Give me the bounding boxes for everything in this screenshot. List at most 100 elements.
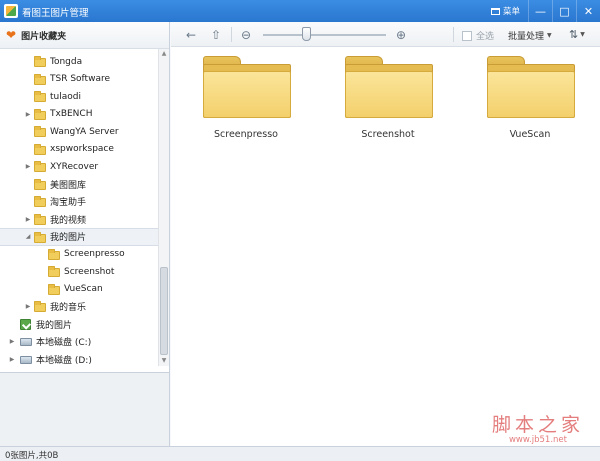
expand-arrow-icon[interactable]: ▶ — [24, 216, 32, 223]
folder-tile[interactable]: Screenpresso — [191, 56, 301, 146]
disk-icon — [20, 338, 32, 346]
folder-icon — [34, 108, 46, 120]
folder-name: VueScan — [509, 129, 551, 140]
scroll-down-icon[interactable]: ▼ — [159, 356, 169, 366]
tree-item[interactable]: ▶ XYRecover — [0, 158, 158, 176]
tree-item-label: Screenshot — [64, 266, 115, 277]
scroll-up-icon[interactable]: ▲ — [159, 49, 169, 59]
menu-icon — [491, 7, 500, 15]
sort-icon: ⇅ — [569, 28, 579, 41]
tree-item[interactable]: WangYA Server — [0, 123, 158, 141]
tree-item-label: Tongda — [50, 56, 83, 67]
tree-item-label: Screenpresso — [64, 249, 125, 260]
expand-arrow-icon[interactable]: ▶ — [24, 163, 32, 170]
zoom-out-icon[interactable]: ⊖ — [238, 27, 254, 42]
tree-item-label: 我的音乐 — [50, 303, 87, 314]
maximize-button[interactable]: □ — [552, 0, 576, 22]
back-icon[interactable]: ← — [183, 27, 199, 42]
tree-scrollbar[interactable]: ▲ ▼ — [158, 49, 169, 366]
zoom-slider[interactable] — [263, 34, 386, 36]
folder-icon — [34, 73, 46, 85]
menu-label: 菜单 — [503, 7, 521, 17]
tree-item-label: 美图图库 — [50, 180, 87, 191]
tree-item[interactable]: Screenshot — [0, 263, 158, 281]
tree-item-label: 淘宝助手 — [50, 198, 87, 209]
expand-arrow-icon[interactable]: ▶ — [8, 338, 16, 345]
heart-icon: ❤ — [6, 28, 17, 42]
tree-item[interactable]: ◢ 我的图片 — [0, 228, 158, 246]
tree-item-label: tulaodi — [50, 91, 81, 102]
favorites-header[interactable]: ❤ 图片收藏夹 — [0, 22, 169, 49]
tree-item-label: 我的图片 — [36, 320, 73, 331]
zoom-slider-thumb[interactable] — [302, 27, 312, 41]
status-bar: 0张图片,共0B — [0, 446, 600, 461]
minimize-button[interactable]: — — [528, 0, 552, 22]
folder-icon — [203, 56, 291, 118]
tree-item[interactable]: ▶ 我的视频 — [0, 211, 158, 229]
batch-process-button[interactable]: 批量处理 ▼ — [508, 29, 552, 42]
tree-item[interactable]: ▶ 我的音乐 — [0, 298, 158, 316]
tree-item[interactable]: xspworkspace — [0, 141, 158, 159]
window-title: 看图王图片管理 — [22, 8, 89, 19]
tree-item-label: TxBENCH — [50, 109, 93, 120]
tree-item-label: TSR Software — [50, 74, 110, 85]
expand-arrow-icon[interactable]: ▶ — [24, 303, 32, 310]
watermark-title: 脚本之家 — [491, 414, 584, 436]
folder-icon — [34, 91, 46, 102]
folder-tile[interactable]: VueScan — [475, 56, 585, 146]
menu-button[interactable]: 菜单 — [487, 3, 524, 19]
tree-item-label: VueScan — [64, 284, 103, 295]
title-bar: 看图王图片管理 菜单 — □ ✕ — [0, 0, 600, 22]
watermark: 脚本之家 www.jb51.net — [483, 410, 593, 445]
chevron-down-icon: ▼ — [547, 32, 552, 39]
up-folder-icon[interactable]: ⇧ — [208, 27, 224, 42]
chevron-down-icon: ▼ — [580, 31, 585, 38]
folder-tile[interactable]: Screenshot — [333, 56, 443, 146]
app-logo-icon — [4, 4, 18, 18]
select-all-checkbox[interactable]: 全选 — [462, 29, 494, 42]
tree-item[interactable]: ▶ 本地磁盘 (D:) — [0, 351, 158, 367]
folder-icon — [34, 143, 46, 155]
select-all-label: 全选 — [476, 32, 495, 42]
toolbar: ← ⇧ ⊖ ⊕ 全选 批量处理 ▼ ⇅ ▼ — [171, 22, 600, 47]
expand-arrow-icon[interactable]: ▶ — [24, 111, 32, 118]
sort-button[interactable]: ⇅ ▼ — [569, 28, 585, 41]
toolbar-divider — [453, 27, 454, 42]
tree-item-label: 本地磁盘 (D:) — [36, 355, 92, 366]
folder-icon — [487, 56, 575, 118]
tree-item[interactable]: 我的图片 — [0, 316, 158, 334]
favorites-title: 图片收藏夹 — [21, 31, 67, 42]
tree-item[interactable]: tulaodi — [0, 88, 158, 106]
folder-tree: Tongda TSR Software tulaodi ▶ TxBENCH WangYA … — [0, 49, 158, 366]
tree-item[interactable]: Tongda — [0, 53, 158, 71]
folder-icon — [48, 283, 60, 295]
folder-icon — [345, 56, 433, 118]
tree-item[interactable]: ▶ TxBENCH — [0, 106, 158, 124]
folder-icon — [48, 266, 60, 277]
folder-icon — [48, 248, 60, 260]
preview-pane — [0, 372, 169, 446]
folder-icon — [34, 56, 46, 67]
expand-arrow-icon[interactable]: ◢ — [24, 233, 32, 240]
folder-icon — [34, 196, 46, 207]
tree-item[interactable]: Screenpresso — [0, 246, 158, 264]
close-button[interactable]: ✕ — [576, 0, 600, 22]
folder-grid: Screenpresso Screenshot VueScan — [171, 47, 600, 446]
tree-item-label: 我的视频 — [50, 215, 87, 226]
tree-item[interactable]: TSR Software — [0, 71, 158, 89]
tree-item-label: 本地磁盘 (C:) — [36, 338, 92, 349]
tree-item[interactable]: ▶ 本地磁盘 (C:) — [0, 333, 158, 351]
tree-item[interactable]: 淘宝助手 — [0, 193, 158, 211]
folder-icon — [34, 301, 46, 312]
expand-arrow-icon[interactable]: ▶ — [8, 356, 16, 363]
checkbox-box — [462, 30, 472, 41]
folder-icon — [34, 161, 46, 172]
folder-icon — [34, 178, 46, 190]
folder-name: Screenpresso — [214, 129, 278, 140]
tree-item[interactable]: 美图图库 — [0, 176, 158, 194]
pictures-icon — [20, 318, 31, 330]
tree-item-label: XYRecover — [50, 161, 99, 172]
zoom-in-icon[interactable]: ⊕ — [393, 27, 409, 42]
scrollbar-thumb[interactable] — [160, 267, 168, 355]
tree-item[interactable]: VueScan — [0, 281, 158, 299]
